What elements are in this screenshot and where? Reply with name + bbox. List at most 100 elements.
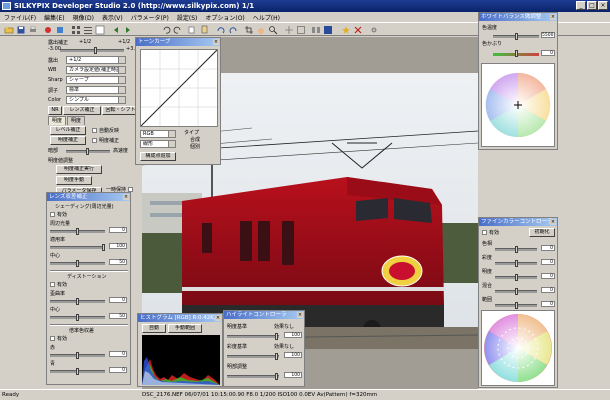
- tab-contrast[interactable]: 明度: [67, 116, 86, 125]
- fine-bright-value[interactable]: 0: [541, 273, 555, 279]
- menu-settings[interactable]: 設定(S): [173, 13, 202, 22]
- brightness-checkbox[interactable]: [92, 138, 97, 143]
- next-image-icon[interactable]: [122, 24, 132, 34]
- histogram-auto-button[interactable]: 自動: [142, 324, 166, 333]
- grid-icon[interactable]: [283, 24, 293, 34]
- fine-enable-checkbox[interactable]: [482, 230, 487, 235]
- develop-icon[interactable]: [42, 24, 52, 34]
- rotate-left-icon[interactable]: [215, 24, 225, 34]
- fine-sat-slider-thumb[interactable]: [515, 260, 518, 267]
- delete-icon[interactable]: [352, 24, 362, 34]
- highlight-value-1[interactable]: 100: [284, 332, 302, 338]
- chromatic-blue-value[interactable]: 0: [109, 367, 127, 373]
- histogram-panel-close-icon[interactable]: ×: [215, 315, 221, 321]
- chromatic-red-slider-thumb[interactable]: [76, 352, 79, 359]
- distortion-enable-checkbox[interactable]: [50, 282, 55, 287]
- dark-slider[interactable]: [66, 148, 110, 155]
- exposure-slider-thumb[interactable]: [94, 47, 97, 54]
- tone-curve-graph[interactable]: [140, 49, 218, 127]
- hand-icon[interactable]: [255, 24, 265, 34]
- save-icon[interactable]: [15, 24, 25, 34]
- menu-parameter[interactable]: パラメータ(P): [127, 13, 173, 22]
- fine-range-slider-thumb[interactable]: [515, 302, 518, 309]
- lens-correction-button[interactable]: レンズ補正: [63, 106, 101, 115]
- dark-slider-thumb[interactable]: [86, 148, 89, 155]
- fine-sat-value[interactable]: 0: [541, 259, 555, 265]
- shading-slider-1[interactable]: [50, 228, 105, 235]
- fine-panel-close-icon[interactable]: ×: [550, 219, 556, 225]
- highlight-slider-2[interactable]: [227, 353, 279, 360]
- distortion-slider-2[interactable]: [50, 314, 105, 321]
- chromatic-enable-checkbox[interactable]: [50, 336, 55, 341]
- tone-channel-combo[interactable]: RGB: [140, 130, 176, 138]
- add-point-button[interactable]: 構成点追加: [140, 152, 176, 161]
- zoom-icon[interactable]: [267, 24, 278, 35]
- rotate-shift-button[interactable]: 回転・シフト: [102, 106, 139, 115]
- list-view-icon[interactable]: [82, 24, 92, 34]
- fine-mix-value[interactable]: 0: [541, 287, 555, 293]
- print-icon[interactable]: [27, 24, 37, 34]
- fine-color-wheel-area[interactable]: [481, 310, 555, 386]
- mark-icon[interactable]: [340, 24, 350, 34]
- crop-icon[interactable]: [243, 24, 253, 34]
- tab-brightness[interactable]: 明度: [48, 116, 67, 125]
- tone-panel-close-icon[interactable]: ×: [213, 39, 219, 45]
- chromatic-red-slider[interactable]: [50, 352, 105, 359]
- menu-file[interactable]: ファイル(F): [0, 13, 40, 22]
- shading-value-2[interactable]: 100: [109, 243, 127, 249]
- compare-icon[interactable]: [310, 24, 320, 34]
- menu-options[interactable]: オプション(O): [201, 13, 248, 22]
- full-screen-icon[interactable]: [322, 24, 332, 34]
- wb-panel-close-icon[interactable]: ×: [550, 14, 556, 20]
- shading-slider-3-thumb[interactable]: [76, 260, 79, 267]
- wb-temp-slider[interactable]: [493, 33, 539, 40]
- fine-reset-button[interactable]: 初期化: [529, 228, 555, 237]
- menu-develop[interactable]: 現像(D): [69, 13, 98, 22]
- menu-help[interactable]: ヘルプ(H): [249, 13, 284, 22]
- chromatic-blue-slider[interactable]: [50, 368, 105, 375]
- fine-bright-slider[interactable]: [495, 274, 537, 281]
- fine-hue-value[interactable]: 0: [541, 245, 555, 251]
- shading-value-3[interactable]: 50: [109, 259, 127, 265]
- highlight-slider-1-thumb[interactable]: [275, 333, 278, 340]
- fine-hue-slider[interactable]: [495, 246, 537, 253]
- shading-slider-2-thumb[interactable]: [102, 244, 105, 251]
- menu-edit[interactable]: 編集(E): [40, 13, 68, 22]
- wb-combo[interactable]: カメラ設定値(補正時設定): [66, 66, 126, 74]
- thumbnail-view-icon[interactable]: [70, 24, 80, 34]
- wb-temp-slider-thumb[interactable]: [515, 33, 518, 40]
- sharp-combo[interactable]: シャープ: [66, 76, 126, 84]
- redo-icon[interactable]: [172, 24, 182, 34]
- fine-hue-slider-thumb[interactable]: [515, 246, 518, 253]
- exposure-slider[interactable]: [60, 47, 124, 54]
- level-correction-button[interactable]: レベル補正: [50, 126, 86, 135]
- tone-combo[interactable]: 標準: [66, 86, 126, 94]
- paste-params-icon[interactable]: [198, 24, 208, 34]
- histogram-manual-button[interactable]: 手動範囲: [168, 324, 202, 333]
- maximize-button[interactable]: □: [587, 1, 597, 10]
- distortion-slider-1-thumb[interactable]: [76, 298, 79, 305]
- fine-sat-slider[interactable]: [495, 260, 537, 267]
- wb-tint-slider[interactable]: [493, 50, 539, 57]
- highlight-value-3[interactable]: 100: [284, 372, 302, 378]
- wb-tint-value[interactable]: 0: [541, 50, 555, 56]
- fine-bright-slider-thumb[interactable]: [515, 274, 518, 281]
- chromatic-red-value[interactable]: 0: [109, 351, 127, 357]
- batch-icon[interactable]: [54, 24, 64, 34]
- prev-image-icon[interactable]: [110, 24, 120, 34]
- auto-apply-checkbox[interactable]: [92, 128, 97, 133]
- fine-mix-slider-thumb[interactable]: [515, 288, 518, 295]
- exposure-combo[interactable]: +1/2: [66, 56, 126, 64]
- fine-mix-slider[interactable]: [495, 288, 537, 295]
- color-combo[interactable]: シンプル: [66, 96, 126, 104]
- brightness-correct-button[interactable]: 明度補正: [50, 136, 86, 145]
- shading-enable-checkbox[interactable]: [50, 212, 55, 217]
- chromatic-blue-slider-thumb[interactable]: [76, 368, 79, 375]
- shading-slider-3[interactable]: [50, 260, 105, 267]
- open-folder-icon[interactable]: [3, 24, 14, 34]
- menu-view[interactable]: 表示(V): [98, 13, 127, 22]
- highlight-slider-2-thumb[interactable]: [275, 353, 278, 360]
- distortion-slider-1[interactable]: [50, 298, 105, 305]
- fine-range-slider[interactable]: [495, 302, 537, 309]
- tone-mode-combo[interactable]: 線形: [140, 140, 176, 148]
